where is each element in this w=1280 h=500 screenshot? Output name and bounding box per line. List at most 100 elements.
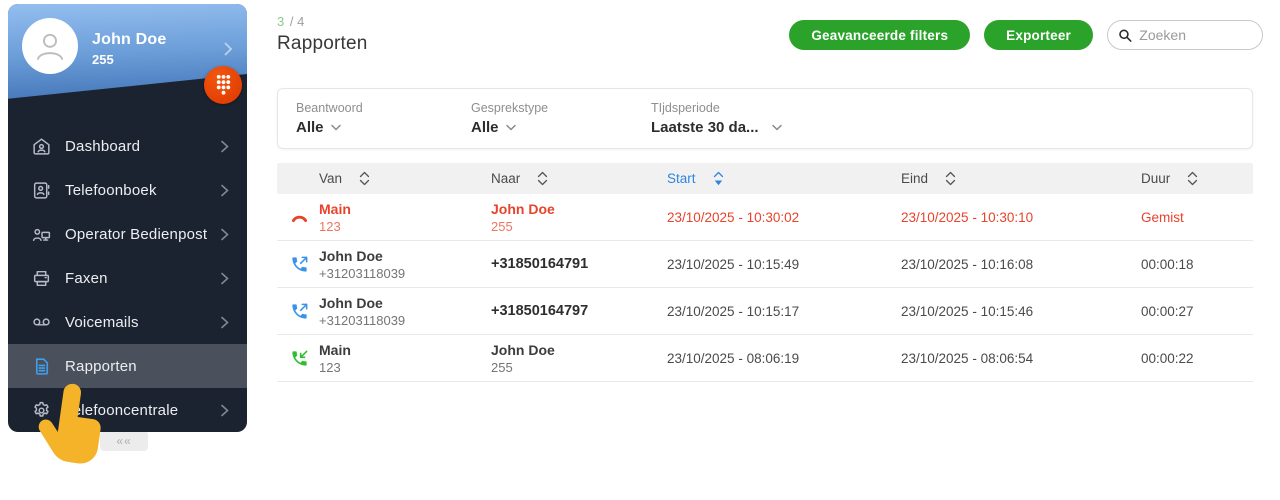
missed-call-icon [291, 215, 308, 222]
sidebar: John Doe 255 Dashboard Telefoonboek Oper… [8, 4, 247, 432]
fax-icon [30, 267, 52, 289]
end-time: 23/10/2025 - 10:15:46 [901, 303, 1034, 319]
sidebar-item-dashboard[interactable]: Dashboard [8, 124, 247, 168]
filter-answered[interactable]: Beantwoord Alle [296, 101, 471, 136]
sidebar-menu: Dashboard Telefoonboek Operator Bedienpo… [8, 124, 247, 432]
filter-value: Alle [296, 119, 324, 136]
sidebar-profile-header[interactable]: John Doe 255 [8, 4, 247, 104]
outgoing-call-icon [292, 256, 308, 272]
filter-call-type[interactable]: Gesprekstype Alle [471, 101, 651, 136]
column-label: Duur [1141, 171, 1171, 186]
column-header-duur[interactable]: Duur [1137, 170, 1253, 187]
table-row[interactable]: Main 123 John Doe 255 23/10/2025 - 10:30… [277, 194, 1253, 241]
naar-number: 255 [491, 218, 513, 234]
table-header-row: Van Naar Start Eind Duur [277, 163, 1253, 194]
column-header-start[interactable]: Start [663, 170, 897, 187]
van-name: John Doe [319, 294, 383, 311]
advanced-filters-button[interactable]: Geavanceerde filters [789, 20, 971, 50]
sort-icon [1188, 171, 1198, 186]
duration: Gemist [1141, 209, 1184, 225]
column-label: Start [667, 171, 696, 186]
naar-number: 255 [491, 359, 513, 375]
filter-card: Beantwoord Alle Gesprekstype Alle TIjdsp… [277, 88, 1253, 149]
voicemail-icon [30, 311, 52, 333]
chevron-right-icon [221, 272, 229, 284]
calls-table: Van Naar Start Eind Duur Main 123 John D… [277, 163, 1253, 382]
chevron-right-icon [221, 228, 229, 240]
counter-current: 3 [277, 14, 285, 29]
duration: 00:00:27 [1141, 303, 1194, 319]
sort-icon [538, 171, 548, 186]
sidebar-item-label: Voicemails [65, 313, 139, 331]
sidebar-item-label: Faxen [65, 269, 108, 287]
sidebar-item-voicemails[interactable]: Voicemails [8, 300, 247, 344]
dashboard-home-icon [30, 135, 52, 157]
end-time: 23/10/2025 - 10:30:10 [901, 209, 1034, 225]
end-time: 23/10/2025 - 08:06:54 [901, 350, 1034, 366]
start-time: 23/10/2025 - 10:30:02 [667, 209, 800, 225]
person-icon [36, 33, 64, 60]
table-row[interactable]: John Doe +31203118039 +31850164797 23/10… [277, 288, 1253, 335]
gear-icon [30, 399, 52, 421]
column-label: Van [319, 171, 343, 186]
search-input[interactable] [1139, 27, 1252, 43]
filter-time-period[interactable]: TIjdsperiode Laatste 30 da... [651, 101, 782, 136]
sidebar-item-telefooncentrale[interactable]: Telefooncentrale [8, 388, 247, 432]
start-time: 23/10/2025 - 10:15:49 [667, 256, 800, 272]
user-extension: 255 [92, 52, 114, 67]
column-header-van[interactable]: Van [315, 170, 487, 187]
column-header-eind[interactable]: Eind [897, 170, 1137, 187]
table-row[interactable]: Main 123 John Doe 255 23/10/2025 - 08:06… [277, 335, 1253, 382]
sidebar-item-label: Telefooncentrale [65, 401, 179, 419]
incoming-call-icon [292, 350, 308, 366]
naar-name: +31850164797 [491, 303, 589, 319]
chevron-right-icon [221, 184, 229, 196]
user-block: John Doe 255 [92, 31, 167, 67]
duration: 00:00:22 [1141, 350, 1194, 366]
top-controls: Geavanceerde filters Exporteer [789, 20, 1263, 50]
operator-console-icon [30, 223, 52, 245]
duration: 00:00:18 [1141, 256, 1194, 272]
start-time: 23/10/2025 - 08:06:19 [667, 350, 800, 366]
chevron-right-icon [224, 42, 233, 56]
van-number: +31203118039 [319, 312, 406, 328]
report-document-icon [30, 355, 52, 377]
sidebar-item-label: Dashboard [65, 137, 141, 155]
chevron-right-icon [221, 140, 229, 152]
filter-label: Beantwoord [296, 101, 363, 115]
naar-name: +31850164791 [491, 256, 589, 272]
search-icon [1119, 29, 1132, 42]
sort-icon [359, 171, 370, 186]
van-name: Main [319, 341, 351, 358]
dialpad-button[interactable] [204, 66, 242, 104]
table-row[interactable]: John Doe +31203118039 +31850164791 23/10… [277, 241, 1253, 288]
column-label: Naar [491, 171, 521, 186]
phonebook-icon [30, 179, 52, 201]
column-header-naar[interactable]: Naar [487, 170, 663, 187]
naar-name: John Doe [491, 200, 555, 217]
sidebar-item-telefoonboek[interactable]: Telefoonboek [8, 168, 247, 212]
chevron-down-icon [771, 124, 782, 131]
chevron-right-icon [221, 316, 229, 328]
sidebar-item-operator-bedienpost[interactable]: Operator Bedienpost [8, 212, 247, 256]
user-name: John Doe [92, 31, 167, 48]
sidebar-item-rapporten[interactable]: Rapporten [8, 344, 247, 388]
avatar[interactable] [22, 18, 78, 74]
column-label: Eind [901, 171, 929, 186]
filter-value: Alle [471, 119, 499, 136]
filter-label: TIjdsperiode [651, 101, 720, 115]
sidebar-item-label: Operator Bedienpost [65, 225, 208, 243]
sidebar-collapse-button[interactable]: «« [100, 431, 148, 451]
chevron-down-icon [330, 124, 341, 131]
counter-total: / 4 [289, 14, 305, 29]
dialpad-icon [216, 74, 230, 95]
sidebar-item-label: Telefoonboek [65, 181, 157, 199]
search-box[interactable] [1107, 20, 1263, 50]
sidebar-item-faxen[interactable]: Faxen [8, 256, 247, 300]
export-button[interactable]: Exporteer [984, 20, 1093, 50]
main-content: 3 / 4 Rapporten Geavanceerde filters Exp… [247, 0, 1280, 500]
van-name: John Doe [319, 247, 383, 264]
start-time: 23/10/2025 - 10:15:17 [667, 303, 800, 319]
filter-value: Laatste 30 da... [651, 119, 759, 136]
end-time: 23/10/2025 - 10:16:08 [901, 256, 1034, 272]
